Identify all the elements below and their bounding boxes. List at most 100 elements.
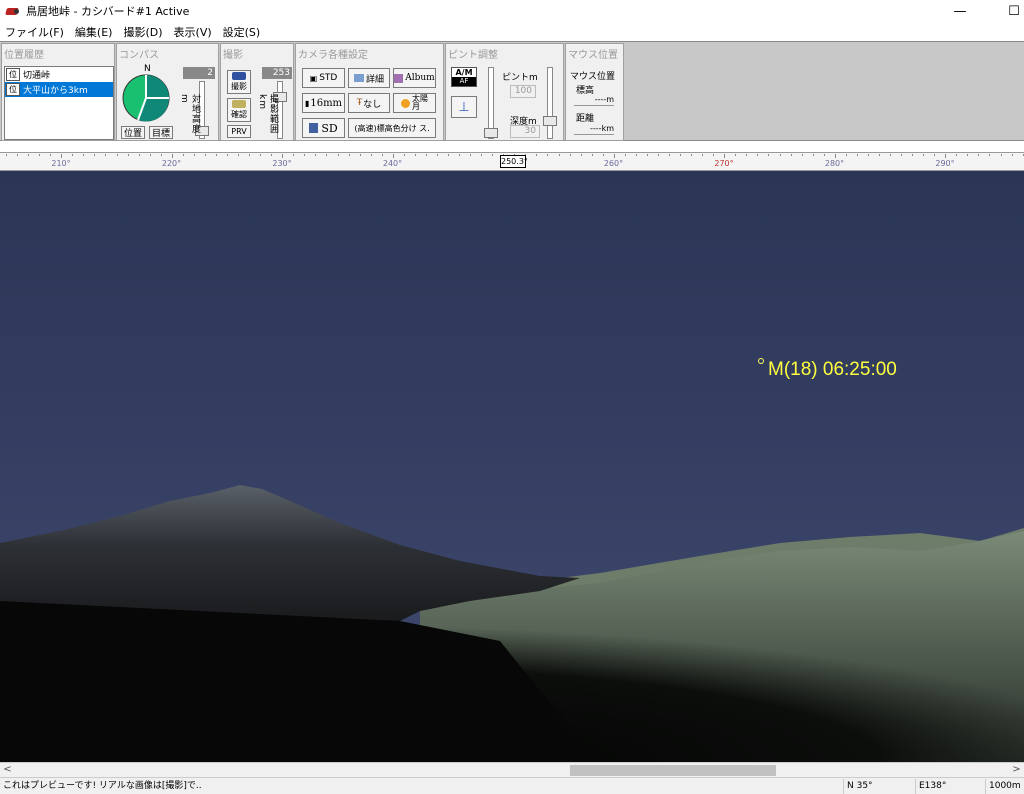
ruler-tick — [481, 154, 483, 156]
focus-panel: ピント調整 A/M AF ⊥ ピントm 100 深度m 30 — [445, 43, 564, 141]
range-label: 撮影範囲km — [257, 94, 278, 134]
ruler-tick — [227, 154, 228, 156]
check-button[interactable]: 確認 — [227, 98, 251, 122]
album-button[interactable]: Album — [393, 68, 436, 88]
list-item-label: 切通峠 — [23, 71, 51, 81]
ruler-tick — [702, 154, 704, 156]
std-button-label: STD — [319, 73, 338, 83]
mouse-panel-title: マウス位置 — [568, 50, 618, 61]
ruler-tick — [293, 154, 295, 156]
ruler-tick — [436, 154, 438, 156]
sd-button-label: SD — [321, 121, 338, 135]
filter-none-label: なし — [363, 99, 382, 110]
lens-button[interactable]: ▮ 16mm — [302, 93, 345, 113]
af-toggle[interactable]: A/M AF — [451, 67, 477, 87]
maximize-button[interactable]: ☐ — [994, 0, 1024, 22]
ruler-tick — [680, 154, 682, 156]
horizontal-scrollbar[interactable]: < > — [0, 762, 1024, 777]
preview-icon — [232, 100, 246, 108]
ruler-tick — [536, 154, 538, 156]
ruler-tick — [646, 154, 648, 156]
focus-slider-thumb[interactable] — [484, 128, 498, 138]
ground-height-value: 2 — [183, 67, 215, 79]
ruler-tick — [956, 154, 958, 156]
shoot-button-label: 撮影 — [231, 82, 247, 91]
scroll-thumb[interactable] — [570, 765, 776, 776]
sun-icon — [401, 98, 410, 108]
ruler-tick — [823, 154, 825, 156]
ruler-tick — [127, 154, 129, 156]
std-button[interactable]: ▣ STD — [302, 68, 345, 88]
ruler-tick — [315, 154, 317, 156]
menu-bar: ファイル(F) 編集(E) 撮影(D) 表示(V) 設定(S) — [0, 22, 1024, 41]
sun-moon-labels: 太陽 月 — [412, 95, 428, 111]
compass-dial[interactable] — [122, 74, 170, 122]
scroll-left-arrow[interactable]: < — [0, 763, 15, 778]
ruler-tick — [923, 154, 925, 156]
scroll-right-arrow[interactable]: > — [1009, 763, 1024, 778]
ruler-tick — [691, 154, 693, 156]
mouse-heading: マウス位置 — [570, 72, 616, 82]
terrain-view[interactable]: M(18) 06:25:00 — [0, 171, 1024, 762]
focus-label: ピントm — [502, 73, 538, 83]
history-panel-title: 位置履歴 — [4, 50, 44, 61]
depth-slider[interactable] — [547, 67, 553, 139]
ruler-tick — [28, 154, 30, 156]
list-item[interactable]: 位 大平山から3km — [5, 82, 113, 97]
ruler-tick — [370, 154, 372, 156]
ruler-tick — [768, 154, 770, 156]
ruler-tick — [470, 154, 472, 156]
status-longitude: E138° 50'38.08" — [915, 779, 985, 794]
filter-none-button[interactable]: Ŧ なし — [348, 93, 390, 113]
ruler-tick — [635, 154, 637, 156]
distance-value: ----km — [574, 124, 614, 135]
detail-button-label: 詳細 — [365, 74, 384, 85]
ruler-tick — [337, 154, 339, 156]
list-item[interactable]: 位 切通峠 — [5, 67, 113, 82]
ruler-label: 230° — [272, 159, 292, 168]
focus-target-icon[interactable]: ⊥ — [451, 96, 477, 118]
ruler-major-tick — [392, 154, 394, 158]
shoot-button[interactable]: 撮影 — [227, 70, 251, 94]
sd-button[interactable]: SD — [302, 118, 345, 138]
depth-value: 30 — [510, 125, 540, 138]
history-list[interactable]: 位 切通峠 位 大平山から3km — [4, 66, 114, 140]
camera-settings-title: カメラ各種設定 — [298, 50, 368, 61]
sun-moon-button[interactable]: 太陽 月 — [393, 93, 436, 113]
azimuth-ruler[interactable]: 210°220°230°240°2260°270°280°290° 250.3° — [0, 152, 1024, 171]
distance-label: 距離 — [576, 114, 595, 124]
ruler-label: 220° — [161, 159, 182, 168]
depth-slider-thumb[interactable] — [543, 116, 557, 126]
ruler-tick — [160, 154, 162, 156]
ruler-tick — [624, 154, 626, 156]
ruler-tick — [878, 154, 880, 156]
menu-file[interactable]: ファイル(F) — [0, 24, 70, 40]
ruler-tick — [890, 154, 891, 156]
ground-height-label: 対地高度m — [179, 94, 200, 134]
camera-icon: ▣ — [309, 73, 318, 83]
ruler-major-tick — [834, 154, 836, 158]
elevation-color-button[interactable]: (高速)標高色分け ス. — [348, 118, 436, 138]
focus-value: 100 — [510, 85, 536, 98]
menu-view[interactable]: 表示(V) — [169, 24, 218, 40]
minimize-button[interactable]: — — [940, 0, 980, 22]
menu-settings[interactable]: 設定(S) — [218, 24, 267, 40]
location-icon: 位 — [6, 68, 20, 81]
target-button[interactable]: 目標 — [149, 126, 173, 139]
prv-button[interactable]: PRV — [227, 125, 251, 138]
position-button[interactable]: 位置 — [121, 126, 145, 139]
ruler-tick — [657, 154, 659, 156]
compass-panel-title: コンパス — [119, 50, 159, 61]
ruler-tick — [105, 154, 107, 156]
detail-button[interactable]: 詳細 — [348, 68, 390, 88]
ruler-tick — [39, 154, 41, 156]
moon-label: M(18) 06:25:00 — [768, 359, 897, 380]
ruler-tick — [326, 154, 328, 156]
menu-edit[interactable]: 編集(E) — [70, 24, 119, 40]
ruler-tick — [249, 154, 251, 156]
ruler-tick — [414, 154, 416, 156]
ruler-tick — [425, 154, 427, 156]
mouse-position-panel: マウス位置 マウス位置 標高 ----m 距離 ----km — [565, 43, 624, 141]
focus-panel-title: ピント調整 — [448, 50, 498, 61]
menu-shoot[interactable]: 撮影(D) — [118, 24, 168, 40]
